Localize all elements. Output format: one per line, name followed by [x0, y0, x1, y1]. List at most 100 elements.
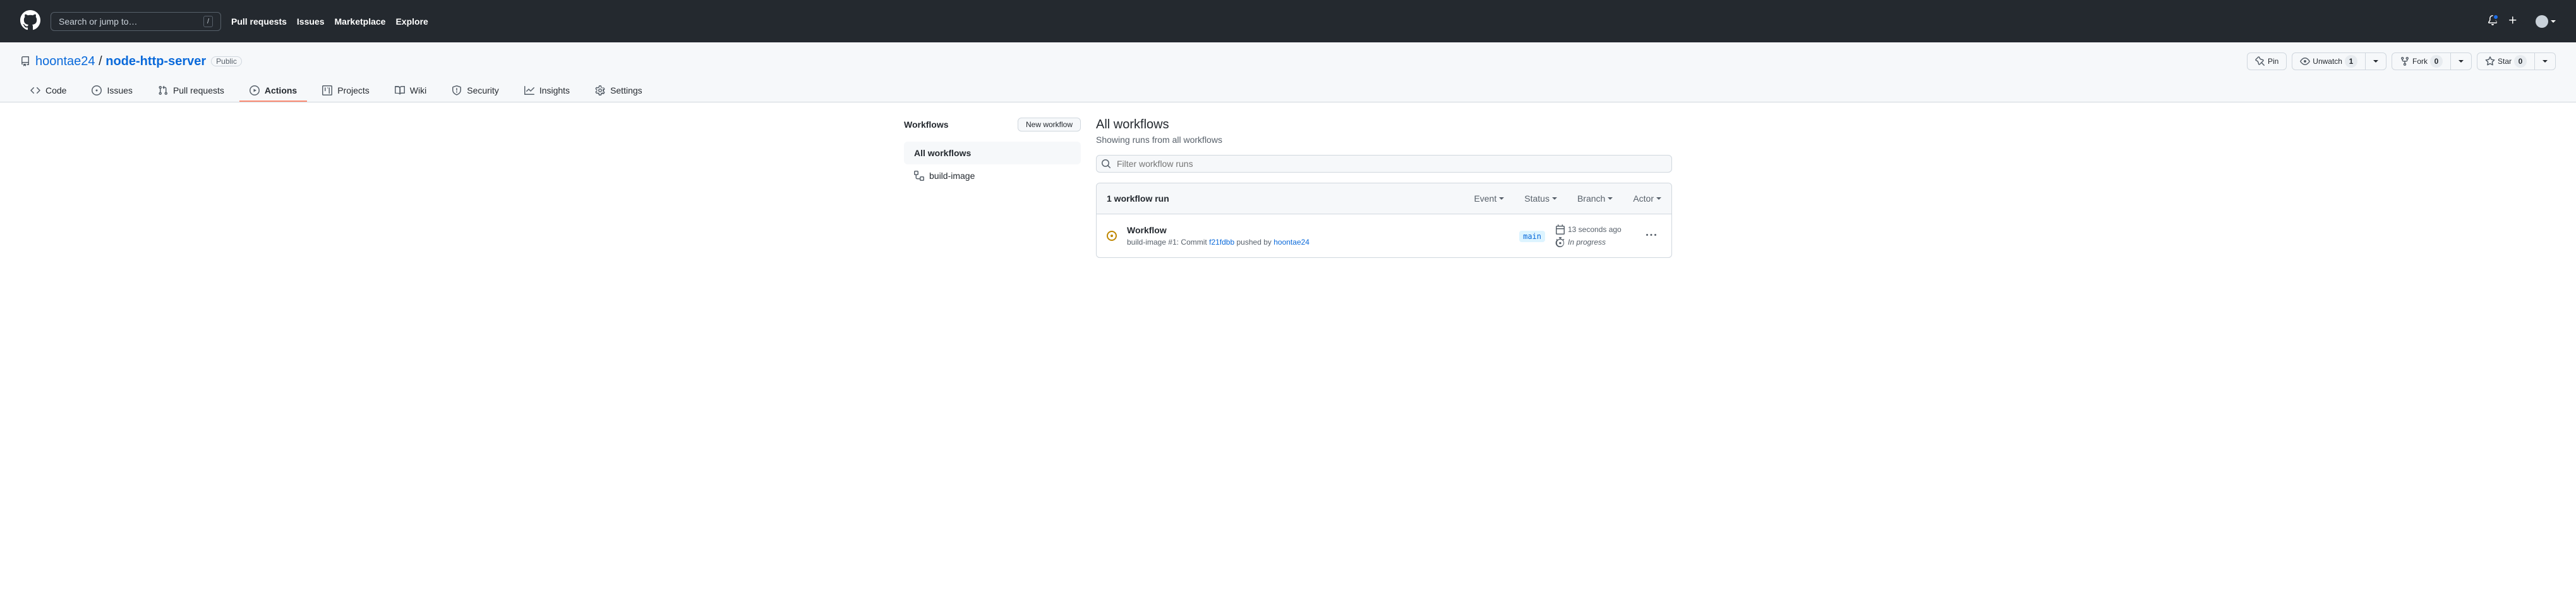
sidebar-title: Workflows [904, 119, 949, 130]
kebab-icon [1646, 230, 1656, 240]
nav-issues[interactable]: Issues [297, 16, 325, 27]
run-timing: 13 seconds ago In progress [1555, 224, 1631, 247]
caret-down-icon [1608, 197, 1613, 200]
tab-code[interactable]: Code [20, 80, 76, 102]
book-icon [395, 85, 405, 95]
repo-title: hoontae24 / node-http-server [35, 54, 206, 69]
branch-container: main [1519, 231, 1545, 241]
fork-button[interactable]: Fork 0 [2392, 52, 2451, 70]
tab-issues[interactable]: Issues [81, 80, 142, 102]
notifications-button[interactable] [2488, 15, 2498, 27]
run-menu-button[interactable] [1641, 225, 1661, 247]
run-title[interactable]: Workflow [1127, 225, 1509, 235]
page-title: All workflows [1096, 118, 1672, 132]
filter-branch[interactable]: Branch [1577, 193, 1613, 204]
issues-icon [92, 85, 102, 95]
run-number: #1 [1168, 238, 1176, 247]
filter-tabs: Event Status Branch Actor [1474, 193, 1661, 204]
run-row[interactable]: Workflow build-image #1: Commit f21fdbb … [1097, 214, 1671, 257]
star-button-group: Star 0 [2477, 52, 2556, 70]
workflow-icon [914, 171, 924, 181]
notification-dot [2493, 14, 2499, 20]
main-content: Workflows New workflow All workflows bui… [884, 102, 1692, 273]
caret-down-icon [1499, 197, 1504, 200]
sidebar: Workflows New workflow All workflows bui… [904, 118, 1081, 258]
unwatch-button[interactable]: Unwatch 1 [2292, 52, 2366, 70]
tab-actions[interactable]: Actions [239, 80, 307, 102]
projects-icon [322, 85, 332, 95]
new-workflow-button[interactable]: New workflow [1018, 118, 1081, 131]
code-icon [30, 85, 40, 95]
repo-actions: Pin Unwatch 1 Fork 0 [2247, 52, 2556, 70]
repo-icon [20, 56, 30, 66]
repo-owner-link[interactable]: hoontae24 [35, 54, 95, 68]
workflow-item-build-image[interactable]: build-image [904, 164, 1081, 187]
branch-badge[interactable]: main [1519, 231, 1545, 242]
nav-marketplace[interactable]: Marketplace [335, 16, 386, 27]
filter-wrapper [1096, 155, 1672, 173]
tab-settings[interactable]: Settings [585, 80, 653, 102]
filter-status[interactable]: Status [1524, 193, 1557, 204]
tab-security[interactable]: Security [442, 80, 509, 102]
create-menu[interactable] [2508, 15, 2525, 27]
nav-pull-requests[interactable]: Pull requests [231, 16, 287, 27]
star-dropdown[interactable] [2535, 52, 2556, 70]
tab-insights[interactable]: Insights [514, 80, 580, 102]
avatar [2536, 15, 2548, 28]
repo-name-link[interactable]: node-http-server [105, 54, 206, 68]
repo-header: hoontae24 / node-http-server Public Pin … [0, 42, 2576, 102]
repo-tabs: Code Issues Pull requests Actions Projec… [20, 80, 2556, 102]
visibility-badge: Public [211, 56, 242, 66]
stopwatch-icon [1555, 237, 1565, 247]
star-icon [2485, 56, 2495, 66]
watch-button-group: Unwatch 1 [2292, 52, 2386, 70]
pin-icon [2255, 56, 2265, 66]
watch-dropdown[interactable] [2366, 52, 2386, 70]
user-menu[interactable] [2536, 15, 2556, 28]
header-right [2488, 15, 2556, 28]
pull-request-icon [158, 85, 168, 95]
caret-down-icon [2551, 20, 2556, 23]
run-duration: In progress [1568, 238, 1606, 247]
search-key-hint: / [203, 16, 213, 27]
fork-dropdown[interactable] [2451, 52, 2472, 70]
run-status-in-progress-icon [1107, 231, 1117, 241]
gear-icon [595, 85, 605, 95]
nav-explore[interactable]: Explore [395, 16, 428, 27]
filter-event[interactable]: Event [1474, 193, 1504, 204]
caret-down-icon [1656, 197, 1661, 200]
run-info: Workflow build-image #1: Commit f21fdbb … [1127, 225, 1509, 247]
page-subtitle: Showing runs from all workflows [1096, 135, 1672, 145]
graph-icon [524, 85, 534, 95]
calendar-icon [1555, 224, 1565, 235]
caret-down-icon [2459, 60, 2464, 63]
commit-link[interactable]: f21fdbb [1209, 238, 1234, 247]
global-nav: Pull requests Issues Marketplace Explore [231, 16, 428, 27]
github-logo-icon [20, 10, 40, 30]
star-button[interactable]: Star 0 [2477, 52, 2535, 70]
tab-projects[interactable]: Projects [312, 80, 380, 102]
fork-button-group: Fork 0 [2392, 52, 2472, 70]
runs-header: 1 workflow run Event Status Branch [1097, 183, 1671, 214]
watch-count: 1 [2345, 55, 2357, 68]
github-logo-link[interactable] [20, 10, 40, 32]
run-timestamp: 13 seconds ago [1568, 225, 1622, 234]
fork-count: 0 [2430, 55, 2443, 68]
run-meta: build-image #1: Commit f21fdbb pushed by… [1127, 238, 1509, 247]
search-icon [1101, 159, 1111, 169]
caret-down-icon [2543, 60, 2548, 63]
filter-actor[interactable]: Actor [1633, 193, 1661, 204]
global-header: Search or jump to… / Pull requests Issue… [0, 0, 2576, 42]
pin-button[interactable]: Pin [2247, 52, 2287, 70]
filter-input[interactable] [1096, 155, 1672, 173]
eye-icon [2300, 56, 2310, 66]
runs-box: 1 workflow run Event Status Branch [1096, 183, 1672, 258]
workflow-item-all[interactable]: All workflows [904, 142, 1081, 164]
search-box[interactable]: Search or jump to… / [51, 12, 221, 31]
tab-pull-requests[interactable]: Pull requests [148, 80, 234, 102]
shield-icon [452, 85, 462, 95]
fork-icon [2400, 56, 2410, 66]
actor-link[interactable]: hoontae24 [1273, 238, 1309, 247]
content-area: All workflows Showing runs from all work… [1096, 118, 1672, 258]
tab-wiki[interactable]: Wiki [385, 80, 436, 102]
